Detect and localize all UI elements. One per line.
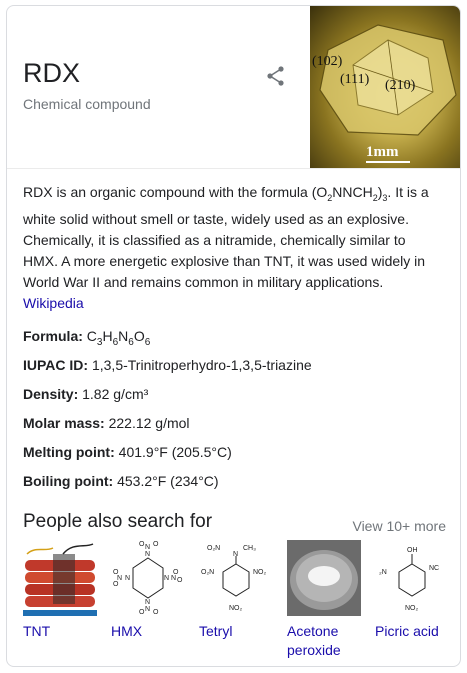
fact-label: Molar mass: — [23, 415, 105, 431]
crystal-photo[interactable]: (102) (111) (210) 1mm — [310, 6, 460, 168]
fact-density: Density: 1.82 g/cm³ — [23, 380, 443, 409]
svg-text:O: O — [153, 609, 159, 616]
divider — [7, 168, 460, 169]
description-text: NNCH — [332, 184, 373, 200]
related-item-label: HMX — [111, 623, 143, 639]
people-also-search-title: People also search for — [23, 511, 213, 532]
svg-text:N: N — [145, 551, 150, 558]
knowledge-panel: RDX Chemical compound (102) (111) (210) … — [6, 5, 461, 667]
tnt-thumbnail — [23, 540, 97, 616]
svg-text:O: O — [153, 541, 159, 548]
fact-value: 1.82 g/cm³ — [82, 386, 149, 402]
crystal-face-label: (102) — [312, 54, 343, 69]
fact-label: Formula: — [23, 328, 83, 344]
svg-text:₂N: ₂N — [379, 569, 387, 576]
svg-text:NO₂: NO₂ — [229, 605, 243, 612]
svg-text:N: N — [145, 606, 150, 613]
hmx-structure: NNNN ONO ONO ONO ONO — [111, 540, 185, 616]
related-item-hmx[interactable]: NNNN ONO ONO ONO ONO HMX — [111, 540, 189, 641]
description-text: RDX is an organic compound with the form… — [23, 184, 328, 200]
svg-text:OH: OH — [407, 547, 418, 554]
fact-value: 1,3,5-Trinitroperhydro-1,3,5-triazine — [91, 357, 312, 373]
crystal-face-label: (210) — [385, 78, 416, 93]
fact-label: Melting point: — [23, 444, 115, 460]
related-item-label: Picric acid — [375, 623, 439, 639]
share-icon[interactable] — [264, 64, 288, 88]
fact-label: Density: — [23, 386, 79, 402]
related-item-picric-acid[interactable]: OH ₂N NC NO₂ Picric acid — [375, 540, 453, 641]
fact-value: 222.12 g/mol — [108, 415, 190, 431]
svg-text:NC: NC — [429, 565, 439, 572]
related-item-tnt[interactable]: TNT — [23, 540, 101, 641]
formula-subscript: 2 — [372, 192, 378, 203]
picric-acid-structure: OH ₂N NC NO₂ — [375, 540, 449, 616]
svg-text:NO₂: NO₂ — [253, 569, 267, 576]
fact-label: IUPAC ID: — [23, 357, 89, 373]
facts-list: Formula: C3H6N6O6 IUPAC ID: 1,3,5-Trinit… — [23, 322, 443, 496]
fact-value: C3H6N6O6 — [86, 328, 151, 348]
svg-text:O: O — [113, 581, 119, 588]
fact-value: 401.9°F (205.5°C) — [118, 444, 232, 460]
fact-melting-point: Melting point: 401.9°F (205.5°C) — [23, 438, 443, 467]
svg-text:N: N — [145, 599, 150, 606]
scale-label: 1mm — [366, 144, 399, 160]
related-item-label: Tetryl — [199, 623, 233, 639]
tetryl-structure: O₂N N CH₃ O₂N NO₂ NO₂ — [199, 540, 273, 616]
fact-molar-mass: Molar mass: 222.12 g/mol — [23, 409, 443, 438]
crystal-face-label: (111) — [340, 72, 370, 87]
fact-label: Boiling point: — [23, 473, 114, 489]
fact-iupac: IUPAC ID: 1,3,5-Trinitroperhydro-1,3,5-t… — [23, 351, 443, 380]
fact-formula: Formula: C3H6N6O6 — [23, 322, 443, 351]
acetone-peroxide-photo — [287, 540, 361, 616]
svg-text:O₂N: O₂N — [201, 569, 214, 576]
entity-subtitle: Chemical compound — [23, 96, 151, 112]
svg-text:N: N — [145, 544, 150, 551]
description: RDX is an organic compound with the form… — [23, 184, 429, 311]
fact-boiling-point: Boiling point: 453.2°F (234°C) — [23, 467, 443, 496]
related-item-tetryl[interactable]: O₂N N CH₃ O₂N NO₂ NO₂ Tetryl — [199, 540, 277, 641]
svg-text:CH₃: CH₃ — [243, 545, 256, 552]
svg-text:N: N — [164, 575, 169, 582]
related-item-label: Acetone peroxide — [287, 623, 341, 658]
scale-bar — [366, 161, 410, 163]
svg-text:O: O — [177, 577, 183, 584]
svg-text:N: N — [125, 575, 130, 582]
related-item-label: TNT — [23, 623, 51, 639]
wikipedia-link[interactable]: Wikipedia — [23, 295, 84, 311]
svg-text:N: N — [233, 551, 238, 558]
svg-text:N: N — [171, 575, 176, 582]
related-item-acetone-peroxide[interactable]: Acetone peroxide — [287, 540, 365, 660]
entity-title: RDX — [23, 58, 81, 88]
fact-value: 453.2°F (234°C) — [117, 473, 219, 489]
svg-text:O₂N: O₂N — [207, 545, 220, 552]
view-more-link[interactable]: View 10+ more — [352, 518, 446, 534]
svg-text:NO₂: NO₂ — [405, 605, 419, 612]
